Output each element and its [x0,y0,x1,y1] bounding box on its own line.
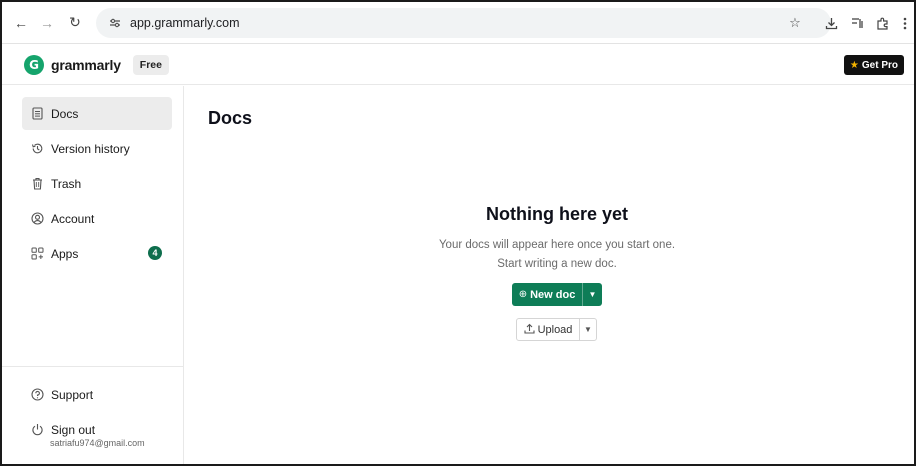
caret-down-icon: ▼ [584,325,592,334]
plus-circle-icon: ⊕ [518,289,528,300]
new-doc-label: New doc [530,288,576,301]
bookmark-star-icon[interactable]: ☆ [782,10,808,36]
grammarly-logo-icon: G [24,54,44,75]
empty-state-title: Nothing here yet [485,204,628,224]
page-title: Docs [208,108,253,128]
browser-toolbar: ← → ↻ app.grammarly.com ☆ [2,2,914,44]
sidebar-item-trash[interactable]: Trash [22,167,172,200]
download-icon[interactable] [818,10,844,36]
menu-icon[interactable] [896,10,914,36]
address-bar[interactable]: app.grammarly.com [96,7,831,38]
trash-icon [30,177,44,191]
account-icon [30,212,44,226]
new-doc-button[interactable]: ⊕ New doc [512,283,582,306]
app-header: G grammarly Free ★ Get Pro [2,45,914,85]
reload-icon[interactable]: ↻ [64,12,86,34]
upload-button[interactable]: Upload [517,319,579,340]
sidebar-item-label: Account [51,211,95,226]
caret-down-icon: ▼ [588,290,597,299]
sidebar-item-account[interactable]: Account [22,202,172,235]
back-icon[interactable]: ← [10,12,32,34]
empty-state-description: Your docs will appear here once you star… [438,239,676,251]
logo-text: grammarly [51,56,121,73]
sidebar-item-apps[interactable]: Apps 4 [22,237,172,270]
sidebar-item-version-history[interactable]: Version history [22,132,172,165]
sidebar: Docs Version history Trash Account Apps [2,86,184,464]
apps-count-badge: 4 [148,246,162,260]
empty-state-hint: Start writing a new doc. [497,258,617,270]
sidebar-divider [2,366,183,367]
site-settings-icon[interactable] [106,14,124,32]
reading-mode-icon[interactable] [844,10,870,36]
plan-badge: Free [132,54,169,75]
sidebar-item-label: Support [51,387,94,402]
extensions-icon[interactable] [870,10,896,36]
power-icon [30,423,44,437]
new-doc-split-button: ⊕ New doc ▼ [512,283,602,306]
history-icon [30,142,44,156]
apps-icon [30,247,44,261]
sidebar-item-label: Sign out [51,422,96,437]
upload-label: Upload [537,323,573,336]
help-circle-icon [30,388,44,402]
url-text[interactable]: app.grammarly.com [130,16,240,30]
grammarly-logo[interactable]: G grammarly [24,54,121,75]
upload-dropdown-button[interactable]: ▼ [580,325,596,334]
get-pro-button[interactable]: ★ Get Pro [843,55,904,75]
upload-split-button: Upload ▼ [516,318,597,341]
new-doc-dropdown-button[interactable]: ▼ [583,290,602,299]
account-email: satriafu974@gmail.com [50,438,145,448]
star-icon: ★ [849,59,859,71]
sidebar-item-docs[interactable]: Docs [22,97,172,130]
sidebar-item-support[interactable]: Support [22,378,172,411]
upload-icon [524,323,535,337]
forward-icon[interactable]: → [36,12,58,34]
get-pro-label: Get Pro [861,59,898,71]
sidebar-item-label: Version history [51,141,130,156]
sidebar-item-label: Apps [51,246,79,261]
document-icon [30,107,44,121]
sidebar-item-label: Docs [51,106,79,121]
browser-window: ← → ↻ app.grammarly.com ☆ G grammarly Fr… [0,0,916,466]
sidebar-item-label: Trash [51,176,82,191]
